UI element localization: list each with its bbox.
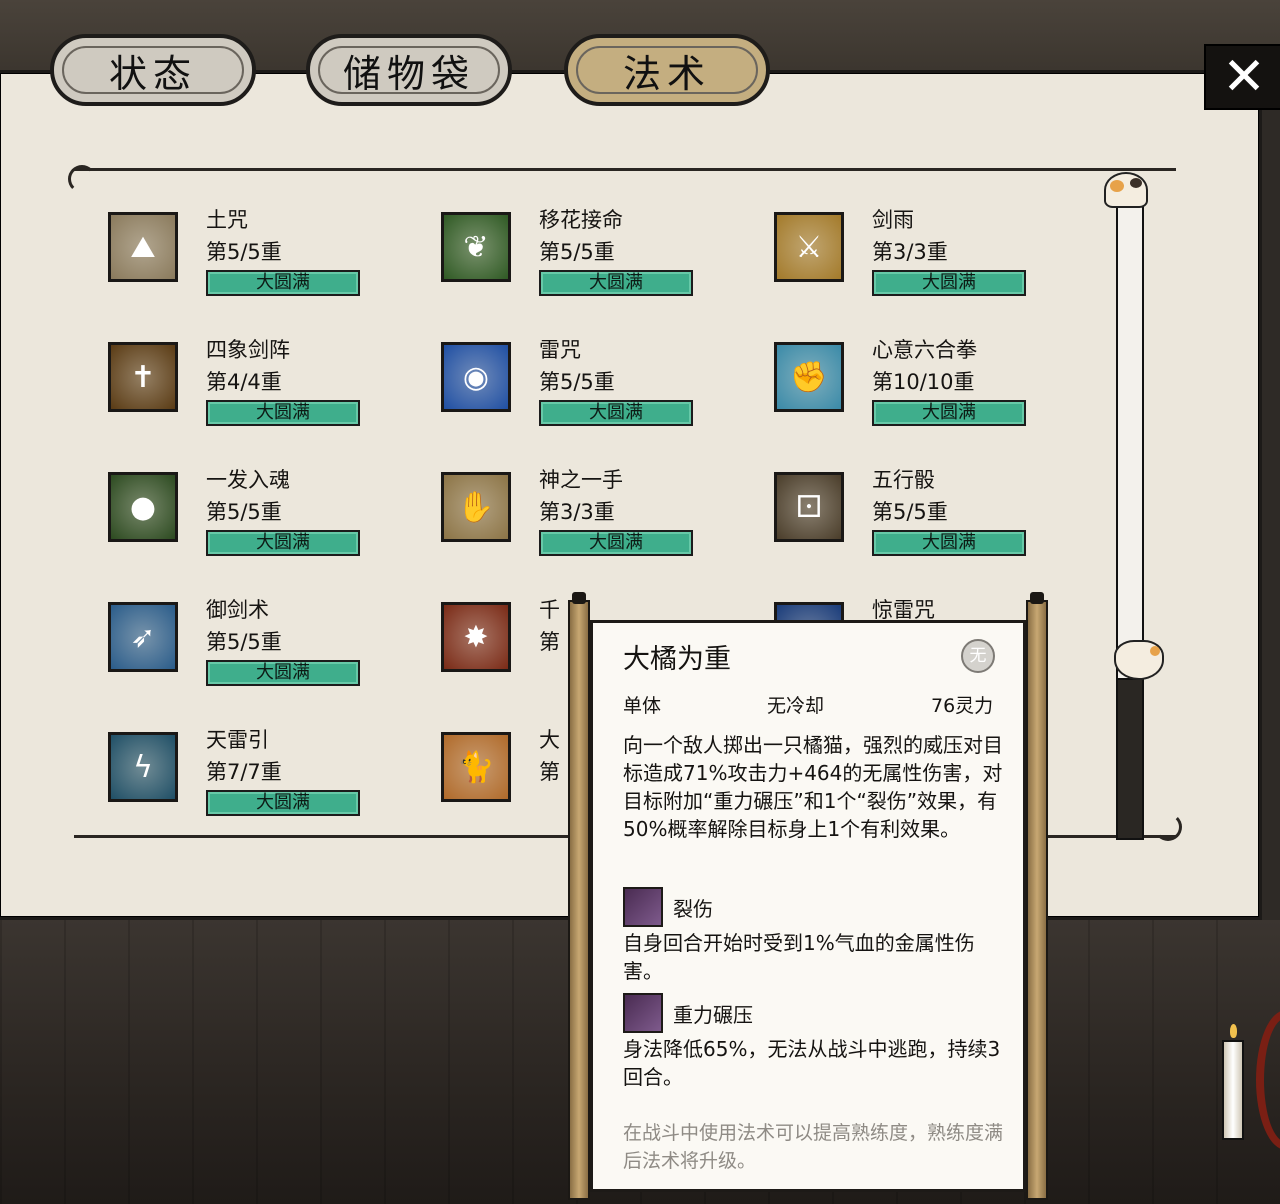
candle-icon [1222, 1024, 1244, 1140]
spell-item[interactable]: ⚀ 五行骰第5/5重大圆满 [774, 462, 1074, 572]
dice-icon: ⚀ [774, 472, 844, 542]
scroll-rod-left [568, 592, 590, 1200]
spell-level: 第5/5重 [872, 500, 948, 524]
effect-name: 重力碾压 [673, 1003, 753, 1027]
spell-name: 一发入魂 [206, 468, 290, 492]
tooltip-cost: 76灵力 [931, 695, 994, 717]
sword-formation-icon: ✝ [108, 342, 178, 412]
vine-icon: ❦ [441, 212, 511, 282]
green-orbs-icon: ● [108, 472, 178, 542]
mastery-badge: 大圆满 [206, 530, 360, 556]
spell-name: 四象剑阵 [206, 338, 290, 362]
scroll-rod-right [1026, 592, 1048, 1200]
spell-level: 第5/5重 [539, 240, 615, 264]
close-button[interactable]: ✕ [1204, 44, 1280, 110]
spell-item[interactable]: ✋ 神之一手第3/3重大圆满 [441, 462, 741, 572]
spell-item[interactable]: ● 一发入魂第5/5重大圆满 [108, 462, 408, 572]
tooltip-target: 单体 [623, 695, 662, 717]
tooltip-description: 向一个敌人掷出一只橘猫，强烈的威压对目标造成71%攻击力+464的无属性伤害，对… [623, 733, 1003, 841]
spell-level: 第3/3重 [539, 500, 615, 524]
spell-tooltip: 大橘为重 无 单体 无冷却 76灵力 向一个敌人掷出一只橘猫，强烈的威压对目标造… [590, 620, 1026, 1192]
effect-name: 裂伤 [673, 897, 713, 921]
tab-storage-bag-label: 储物袋 [342, 51, 475, 96]
gravity-crush-icon [623, 993, 663, 1033]
thunder-summon-icon: ϟ [108, 732, 178, 802]
spell-name: 雷咒 [539, 338, 581, 362]
spell-name: 神之一手 [539, 468, 623, 492]
spell-item[interactable]: ➶ 御剑术第5/5重大圆满 [108, 592, 408, 702]
spell-name: 大 [539, 728, 560, 752]
spell-item[interactable]: ⚔ 剑雨第3/3重大圆满 [774, 202, 1074, 312]
sword-rain-icon: ⚔ [774, 212, 844, 282]
tooltip-title: 大橘为重 [623, 644, 731, 675]
lightning-orb-icon: ◉ [441, 342, 511, 412]
spell-level: 第7/7重 [206, 760, 282, 784]
element-badge: 无 [961, 639, 995, 673]
mastery-badge: 大圆满 [872, 530, 1026, 556]
spell-item[interactable]: ⛰ 土咒第5/5重大圆满 [108, 202, 408, 312]
spell-item[interactable]: ◉ 雷咒第5/5重大圆满 [441, 332, 741, 442]
spell-level: 第10/10重 [872, 370, 975, 394]
spell-level: 第5/5重 [539, 370, 615, 394]
tooltip-footer: 在战斗中使用法术可以提高熟练度，熟练度满后法术将升级。 [623, 1122, 1004, 1172]
wound-icon [623, 887, 663, 927]
mastery-badge: 大圆满 [206, 790, 360, 816]
spell-level: 第3/3重 [872, 240, 948, 264]
spell-name: 土咒 [206, 208, 248, 232]
tooltip-cooldown: 无冷却 [767, 695, 825, 717]
mastery-badge: 大圆满 [539, 270, 693, 296]
tab-spells[interactable]: 法术 [564, 34, 770, 106]
effect-description: 自身回合开始时受到1%气血的金属性伤害。 [623, 931, 975, 983]
orange-cat-icon: 🐈 [441, 732, 511, 802]
tab-status-label: 状态 [108, 51, 197, 96]
divine-hand-icon: ✋ [441, 472, 511, 542]
flying-sword-icon: ➶ [108, 602, 178, 672]
spell-name: 千 [539, 598, 560, 622]
spell-level: 第 [539, 630, 560, 654]
spell-name: 天雷引 [206, 728, 269, 752]
mastery-badge: 大圆满 [872, 400, 1026, 426]
earth-curse-icon: ⛰ [108, 212, 178, 282]
tab-storage-bag[interactable]: 储物袋 [306, 34, 512, 106]
spell-level: 第4/4重 [206, 370, 282, 394]
spell-level: 第5/5重 [206, 500, 282, 524]
spell-level: 第5/5重 [206, 630, 282, 654]
spell-item[interactable]: ✝ 四象剑阵第4/4重大圆满 [108, 332, 408, 442]
spell-name: 五行骰 [872, 468, 935, 492]
tab-status[interactable]: 状态 [50, 34, 256, 106]
mastery-badge: 大圆满 [206, 270, 360, 296]
mastery-badge: 大圆满 [206, 660, 360, 686]
spell-name: 心意六合拳 [872, 338, 977, 362]
mastery-badge: 大圆满 [539, 530, 693, 556]
spell-item[interactable]: ❦ 移花接命第5/5重大圆满 [441, 202, 741, 312]
spell-name: 剑雨 [872, 208, 914, 232]
spell-level: 第5/5重 [206, 240, 282, 264]
spell-item[interactable]: ✊ 心意六合拳第10/10重大圆满 [774, 332, 1074, 442]
mastery-badge: 大圆满 [872, 270, 1026, 296]
spell-level: 第 [539, 760, 560, 784]
spell-item[interactable]: ϟ 天雷引第7/7重大圆满 [108, 722, 408, 832]
scrollbar-thumb[interactable] [1118, 202, 1142, 680]
close-icon: ✕ [1222, 47, 1266, 107]
spell-name: 移花接命 [539, 208, 623, 232]
burst-icon: ✸ [441, 602, 511, 672]
fist-icon: ✊ [774, 342, 844, 412]
cat-tail-icon [1114, 640, 1164, 680]
mastery-badge: 大圆满 [539, 400, 693, 426]
mastery-badge: 大圆满 [206, 400, 360, 426]
tab-spells-label: 法术 [622, 51, 711, 96]
spell-name: 御剑术 [206, 598, 269, 622]
cat-head-icon [1104, 172, 1148, 208]
effect-description: 身法降低65%，无法从战斗中逃跑，持续3回合。 [623, 1037, 1001, 1089]
scrollbar[interactable] [1116, 200, 1144, 840]
